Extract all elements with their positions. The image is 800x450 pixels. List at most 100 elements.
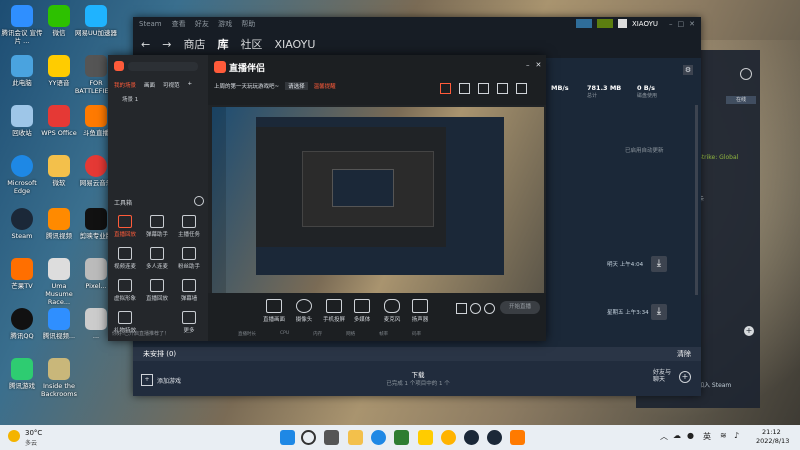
add-game-button[interactable]: + 添加游戏 [141, 374, 181, 386]
add-friend-icon[interactable]: + [679, 371, 691, 383]
download-1-button[interactable]: ⤓ [651, 256, 667, 272]
tray-mic-icon[interactable]: ● [687, 431, 694, 440]
tool-tasks[interactable]: 主播任务 [174, 215, 204, 238]
stream-preview[interactable] [212, 107, 544, 293]
menu-help[interactable]: 帮助 [241, 20, 255, 28]
wifi-icon[interactable]: ≋ [720, 431, 727, 440]
menu-view[interactable]: 查看 [172, 20, 186, 28]
steam-nav: ← → 商店 库 社区 XIAOYU [133, 30, 701, 58]
minimize-icon[interactable]: – [669, 20, 673, 28]
share-icon[interactable] [497, 83, 508, 94]
menu-games[interactable]: 游戏 [218, 20, 232, 28]
douyu-icon [85, 105, 107, 127]
file-explorer-icon[interactable] [348, 430, 363, 445]
yy-icon[interactable] [418, 430, 433, 445]
tool-phone-cast[interactable]: 手机投屏 [320, 299, 348, 323]
add-scene-icon[interactable]: + [188, 81, 193, 89]
clock-date[interactable]: 2022/8/13 [756, 437, 789, 445]
live-app-icon[interactable] [510, 430, 525, 445]
start-icon[interactable] [280, 430, 295, 445]
topic-select[interactable]: 请选择 [285, 82, 308, 90]
nav-store[interactable]: 商店 [183, 36, 205, 52]
nav-library[interactable]: 库 [217, 36, 228, 52]
layout-icon[interactable] [478, 83, 489, 94]
tool-video-link[interactable]: 视频连麦 [110, 247, 140, 270]
desktop-icon-backrooms[interactable]: Inside the Backrooms [37, 358, 81, 398]
scene-item[interactable]: 场景 1 [122, 95, 138, 103]
lock-icon[interactable] [459, 83, 470, 94]
douyu-icon[interactable] [441, 430, 456, 445]
start-live-button[interactable]: 开始直播 [500, 301, 540, 314]
download-2-button[interactable]: ⤓ [651, 304, 667, 320]
add-friend-icon[interactable]: + [744, 326, 754, 336]
clear-button[interactable]: 清除 [677, 347, 691, 361]
weather-desc: 多云 [25, 440, 38, 447]
nav-community[interactable]: 社区 [240, 36, 262, 52]
close-icon[interactable]: ✕ [689, 20, 695, 28]
topic-title[interactable]: 上周的第一天玩玩游戏吧~ [214, 82, 279, 90]
weather-icon[interactable] [8, 430, 20, 442]
notice-text: 你好!已开启直播推荐了！ [112, 331, 170, 337]
gear-icon[interactable] [484, 303, 495, 314]
maximize-icon[interactable]: □ [678, 20, 685, 28]
tool-avatar[interactable]: 虚拟形象 [110, 279, 140, 302]
scrollbar[interactable] [695, 105, 698, 295]
broadcast-icon[interactable] [575, 19, 592, 28]
menu-friends[interactable]: 好友 [195, 20, 209, 28]
stat-disk-label: 磁盘使用 [637, 93, 658, 99]
desktop-icon-uu[interactable]: 网易UU加速器 [74, 5, 118, 37]
download-status[interactable]: 下载 已完成 1 个项目中的 1 个 [363, 369, 473, 387]
tool-multi-link[interactable]: 多人连麦 [142, 247, 172, 270]
tool-microphone[interactable]: 麦克风 [378, 299, 406, 323]
tab-visible[interactable]: 可视范 [163, 81, 180, 89]
tool-more[interactable]: 更多 [174, 311, 204, 334]
account-pill[interactable] [128, 62, 198, 71]
steam-icon[interactable] [464, 430, 479, 445]
plus-icon: + [141, 374, 153, 386]
back-button[interactable]: ← [141, 38, 150, 51]
nav-user[interactable]: XIAOYU [274, 38, 315, 51]
store-icon[interactable] [394, 430, 409, 445]
input-language[interactable]: 英 [703, 431, 711, 442]
steam-icon-2[interactable] [487, 430, 502, 445]
toolbox-settings-icon[interactable] [194, 196, 204, 206]
tool-replay[interactable]: 直播回放 [110, 215, 140, 238]
weather-temp[interactable]: 30°C [25, 429, 42, 437]
edge-icon[interactable] [371, 430, 386, 445]
minimize-icon[interactable]: – [526, 61, 530, 69]
topic-warning[interactable]: 温馨提醒 [314, 82, 336, 90]
volume-icon[interactable]: ♪ [734, 431, 739, 440]
task-view-icon[interactable] [324, 430, 339, 445]
tab-screen[interactable]: 画面 [144, 81, 155, 89]
tray-cloud-icon[interactable]: ☁ [673, 431, 681, 440]
tool-speaker[interactable]: 扬声器 [406, 299, 434, 323]
file-icon [85, 258, 107, 280]
tab-my-scene[interactable]: 我的场景 [114, 81, 136, 89]
avatar[interactable] [617, 19, 627, 28]
gear-icon[interactable] [740, 68, 752, 80]
tool-camera[interactable]: 摄像头 [290, 299, 318, 323]
fullscreen-icon[interactable] [516, 83, 527, 94]
video-link-icon [118, 247, 132, 260]
notification-icon[interactable] [596, 19, 613, 28]
tool-media[interactable]: 多媒体 [348, 299, 376, 323]
tool-danmaku-wall[interactable]: 弹幕墙 [174, 279, 204, 302]
download-settings-icon[interactable]: ⚙ [683, 65, 693, 75]
tool-replay-2[interactable]: 直播回放 [142, 279, 172, 302]
tasks-icon [182, 215, 196, 228]
tray-chevron-icon[interactable]: ︿ [660, 431, 668, 442]
tool-screen-capture[interactable]: 直播画面 [260, 299, 288, 323]
camera-settings-icon[interactable] [456, 303, 467, 314]
record-icon[interactable] [440, 83, 451, 94]
friend-game-text: Strike: Global [698, 154, 739, 161]
help-icon[interactable] [470, 303, 481, 314]
search-icon[interactable] [301, 430, 316, 445]
tool-fans[interactable]: 粉丝助手 [174, 247, 204, 270]
clock-time[interactable]: 21:12 [762, 428, 781, 436]
close-icon[interactable]: ✕ [536, 61, 542, 69]
forward-button[interactable]: → [162, 38, 171, 51]
wall-icon [182, 279, 196, 292]
account-name[interactable]: XIAOYU [632, 20, 658, 28]
friends-chat-button[interactable]: 好友与 聊天 [653, 369, 671, 383]
tool-danmaku[interactable]: 弹幕助手 [142, 215, 172, 238]
